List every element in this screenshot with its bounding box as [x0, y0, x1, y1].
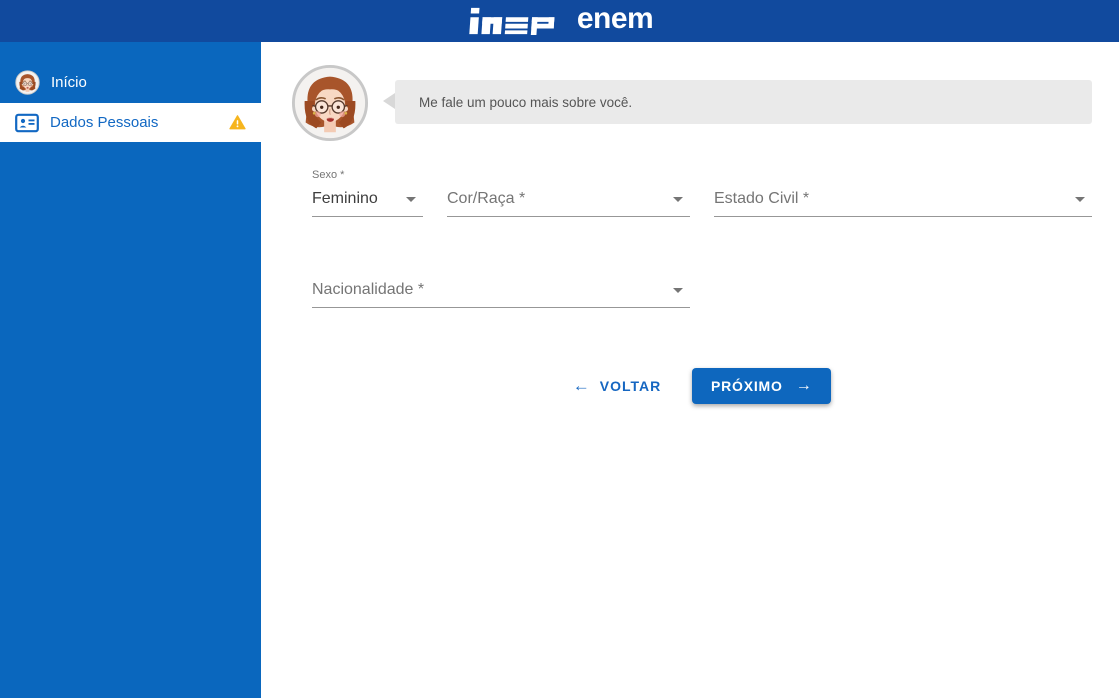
assistant-message-text: Me fale um pouco mais sobre você.: [419, 95, 632, 110]
proximo-button-label: PRÓXIMO: [711, 378, 783, 394]
cor-raca-select[interactable]: Cor/Raça *: [447, 167, 690, 217]
estado-civil-label: Estado Civil *: [714, 190, 809, 208]
sidebar-item-label: Dados Pessoais: [50, 114, 158, 131]
chevron-down-icon: [673, 197, 683, 202]
assistant-message-bubble: Me fale um pouco mais sobre você.: [395, 80, 1092, 124]
chevron-down-icon: [1075, 197, 1085, 202]
main-content: Me fale um pouco mais sobre você. Sexo *…: [261, 42, 1119, 698]
form-actions: ← VOLTAR PRÓXIMO →: [312, 368, 1092, 404]
sidebar: Início Dados Pessoais: [0, 42, 261, 698]
sidebar-item-label: Início: [51, 74, 87, 91]
proximo-button[interactable]: PRÓXIMO →: [692, 368, 831, 404]
form-row-1: Sexo * Feminino Cor/Raça * Estado Civil …: [312, 167, 1092, 217]
speech-tail: [383, 93, 395, 109]
assistant-row: Me fale um pouco mais sobre você.: [291, 64, 1092, 142]
next-arrow-icon: →: [796, 377, 813, 395]
enem-logo-text: enem: [577, 4, 653, 38]
personal-data-form: Sexo * Feminino Cor/Raça * Estado Civil …: [312, 167, 1092, 308]
inep-logo-icon: [465, 7, 565, 35]
form-row-2: Nacionalidade *: [312, 258, 1092, 308]
nacionalidade-select[interactable]: Nacionalidade *: [312, 258, 690, 308]
warning-icon: [229, 115, 246, 130]
assistant-avatar: [291, 64, 369, 142]
nacionalidade-label: Nacionalidade *: [312, 281, 424, 299]
voltar-button[interactable]: ← VOLTAR: [573, 376, 661, 396]
sexo-select[interactable]: Sexo * Feminino: [312, 167, 423, 217]
cor-raca-label: Cor/Raça *: [447, 190, 525, 208]
back-arrow-icon: ←: [573, 376, 591, 396]
sexo-value: Feminino: [312, 190, 378, 208]
voltar-button-label: VOLTAR: [600, 378, 661, 394]
estado-civil-select[interactable]: Estado Civil *: [714, 167, 1092, 217]
user-avatar-icon: [15, 70, 40, 95]
sidebar-item-dados-pessoais[interactable]: Dados Pessoais: [0, 103, 261, 142]
contact-card-icon: [15, 113, 39, 133]
chevron-down-icon: [406, 197, 416, 202]
app-header: enem: [0, 0, 1119, 42]
chevron-down-icon: [673, 288, 683, 293]
sidebar-item-inicio[interactable]: Início: [0, 61, 261, 103]
sexo-label: Sexo *: [312, 169, 344, 181]
